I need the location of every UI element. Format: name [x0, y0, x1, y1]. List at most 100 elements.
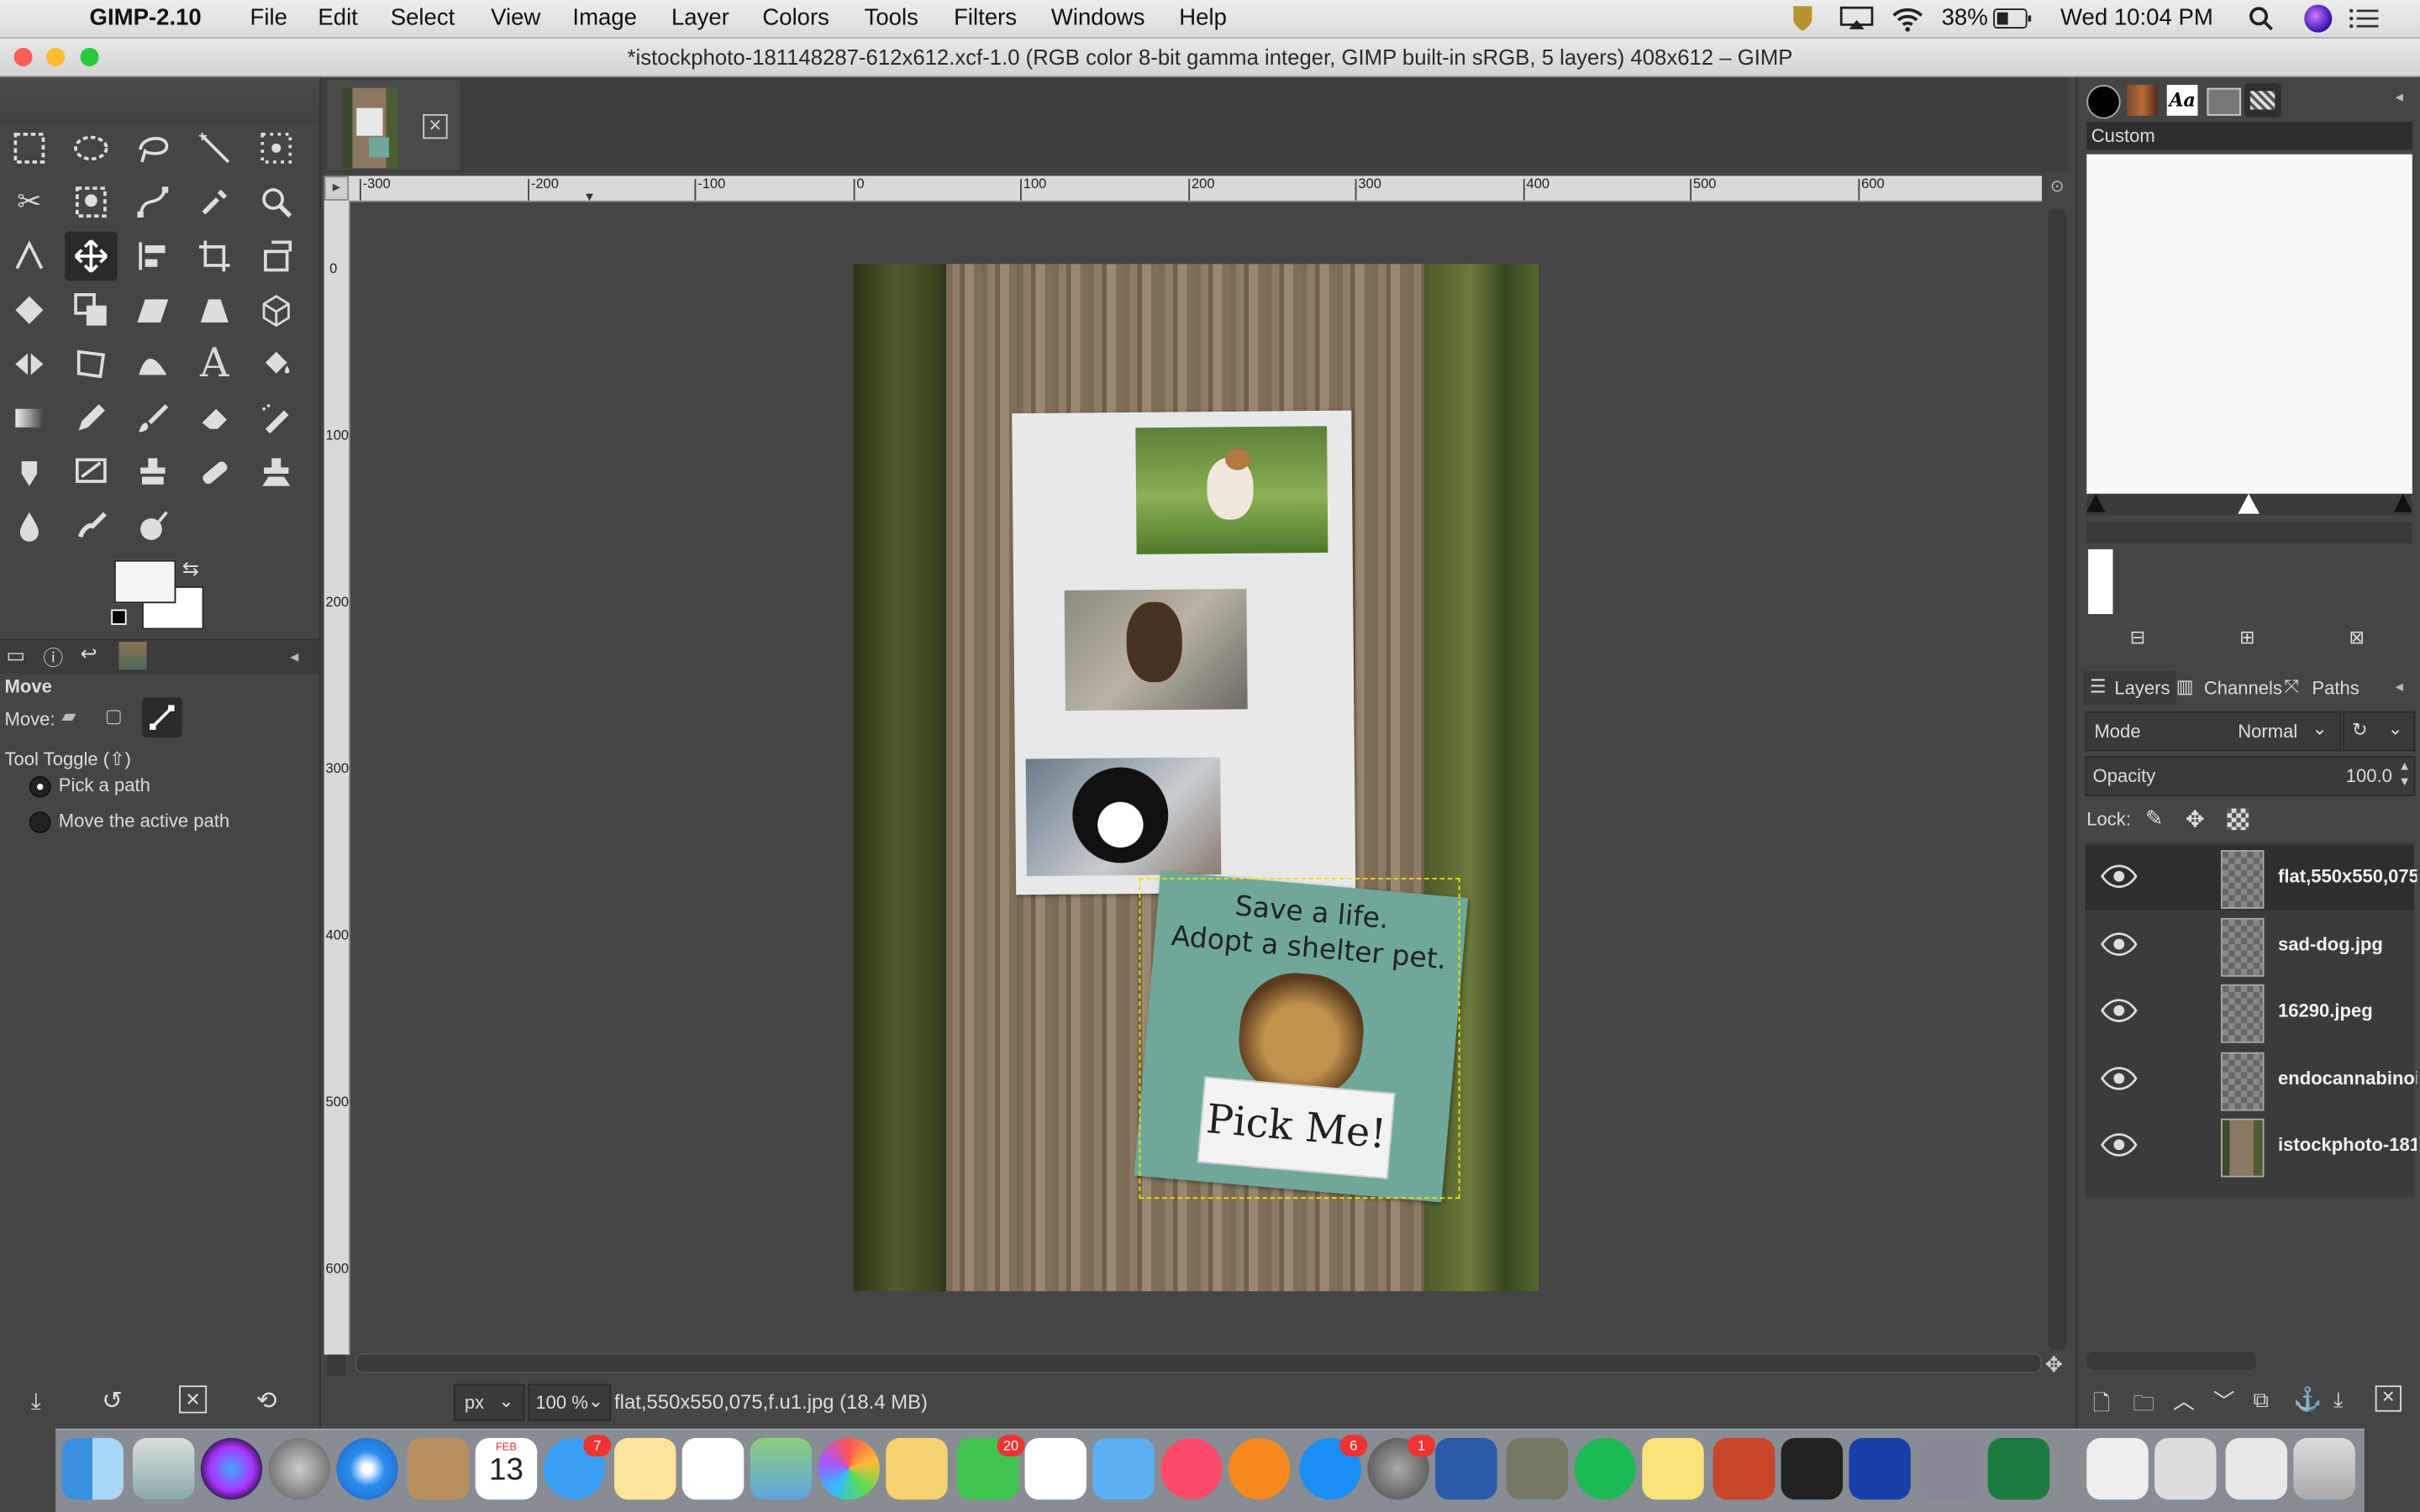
- configure-tab-icon[interactable]: ◂: [2396, 90, 2403, 107]
- horizontal-scrollbar[interactable]: [355, 1352, 2042, 1373]
- images-tab-icon[interactable]: [118, 642, 147, 670]
- airbrush-tool-icon[interactable]: [250, 393, 302, 443]
- rect-select-tool-icon[interactable]: [3, 123, 55, 173]
- warp-transform-tool-icon[interactable]: [127, 339, 179, 389]
- lock-alpha-icon[interactable]: [2227, 808, 2249, 831]
- menu-layer[interactable]: Layer: [671, 5, 729, 31]
- image-canvas[interactable]: Save a life. Adopt a shelter pet. Pick M…: [350, 202, 2042, 1353]
- device-status-tab-icon[interactable]: ⓘ: [43, 642, 63, 671]
- word-icon[interactable]: [1435, 1437, 1497, 1500]
- unified-transform-tool-icon[interactable]: [250, 232, 302, 281]
- configure-tab-icon[interactable]: ◂: [290, 647, 298, 666]
- spotlight-search-icon[interactable]: [2249, 6, 2273, 31]
- gradients-tab[interactable]: [2244, 83, 2281, 118]
- foreground-select-tool-icon[interactable]: [65, 177, 117, 227]
- spin-arrows-icon[interactable]: ▲ ▼: [2398, 759, 2411, 790]
- perspective-tool-icon[interactable]: [188, 286, 240, 335]
- tab-channels[interactable]: ▥ Channels: [2176, 671, 2285, 705]
- merge-layer-icon[interactable]: ⤓: [2333, 1387, 2343, 1413]
- notification-center-icon[interactable]: [2349, 8, 2381, 29]
- move-layer-icon[interactable]: ▰: [61, 705, 89, 729]
- smudge-tool-icon[interactable]: [65, 501, 117, 551]
- 3d-transform-tool-icon[interactable]: [250, 286, 302, 335]
- shield-status-icon[interactable]: [1791, 3, 1815, 34]
- layer-row[interactable]: endocannabinoic: [2085, 1047, 2417, 1112]
- image-tab[interactable]: ✕: [327, 80, 460, 171]
- scissors-select-tool-icon[interactable]: ✂: [3, 177, 55, 227]
- opacity-slider[interactable]: Opacity 100.0 ▲ ▼: [2085, 755, 2416, 796]
- battery-icon[interactable]: [1992, 8, 2033, 29]
- finder-icon[interactable]: [61, 1437, 124, 1500]
- default-colors-icon[interactable]: [111, 609, 127, 625]
- patterns-tab-icon[interactable]: [2127, 85, 2158, 116]
- move-active-path-radio[interactable]: [29, 811, 51, 833]
- scale-tool-icon[interactable]: [65, 286, 117, 335]
- stickies-icon[interactable]: [1642, 1437, 1704, 1500]
- script-editor-icon[interactable]: [1919, 1437, 1982, 1500]
- align-tool-icon[interactable]: [127, 232, 179, 281]
- duplicate-layer-icon[interactable]: ⧉: [2254, 1387, 2269, 1413]
- visibility-eye-icon[interactable]: [2100, 932, 2138, 956]
- terminal-icon[interactable]: [1781, 1437, 1844, 1500]
- tab-layers[interactable]: ☰ Layers: [2083, 670, 2176, 706]
- visibility-eye-icon[interactable]: [2100, 1066, 2138, 1090]
- text-tool-icon[interactable]: A: [188, 339, 240, 389]
- siri-icon[interactable]: [2304, 4, 2333, 33]
- move-path-button[interactable]: [141, 697, 182, 738]
- pencil-tool-icon[interactable]: [65, 393, 117, 443]
- brushes-tab-icon[interactable]: [2086, 85, 2121, 119]
- dodge-burn-tool-icon[interactable]: [127, 501, 179, 551]
- gradient-name-field[interactable]: Custom: [2086, 122, 2412, 150]
- menu-clock[interactable]: Wed 10:04 PM: [2060, 5, 2213, 31]
- spotify-icon[interactable]: [1574, 1437, 1636, 1500]
- menu-tools[interactable]: Tools: [865, 5, 918, 31]
- free-select-tool-icon[interactable]: [127, 123, 179, 173]
- move-selection-icon[interactable]: ▢: [105, 705, 133, 729]
- app-store-icon[interactable]: 6: [1299, 1435, 1368, 1500]
- delete-tool-preset-icon[interactable]: ✕: [179, 1385, 208, 1414]
- menu-select[interactable]: Select: [391, 5, 455, 31]
- foreground-color-swatch[interactable]: [113, 559, 176, 604]
- wifi-icon[interactable]: [1891, 5, 1924, 33]
- raise-layer-icon[interactable]: ︿: [2173, 1385, 2195, 1416]
- blur-tool-icon[interactable]: [3, 501, 55, 551]
- system-preferences-icon[interactable]: 1: [1367, 1435, 1436, 1500]
- tool-options-tab-icon[interactable]: ▭: [6, 643, 25, 668]
- paths-tool-icon[interactable]: [127, 177, 179, 227]
- excel-icon[interactable]: [1987, 1437, 2050, 1500]
- maps-icon[interactable]: [750, 1437, 813, 1500]
- handle-transform-tool-icon[interactable]: [3, 286, 55, 335]
- trash-icon[interactable]: [2293, 1437, 2355, 1500]
- fonts-tab-icon[interactable]: Aa: [2166, 85, 2198, 116]
- anchor-layer-icon[interactable]: ⚓: [2293, 1385, 2322, 1413]
- contacts-icon[interactable]: [407, 1437, 470, 1500]
- lower-layer-icon[interactable]: ﹀: [2213, 1385, 2235, 1416]
- undo-history-tab-icon[interactable]: ↩: [81, 642, 97, 666]
- ellipse-select-tool-icon[interactable]: [65, 123, 117, 173]
- unit-selector[interactable]: px ⌄: [453, 1383, 525, 1421]
- layer-row[interactable]: istockphoto-1811: [2085, 1114, 2417, 1179]
- color-picker-tool-icon[interactable]: [188, 177, 240, 227]
- menu-colors[interactable]: Colors: [762, 5, 829, 31]
- navigate-corner[interactable]: [327, 1354, 346, 1377]
- notes-icon[interactable]: [614, 1437, 676, 1500]
- layer-row[interactable]: flat,550x550,075,f: [2085, 845, 2417, 911]
- layers-horizontal-scrollbar[interactable]: [2086, 1351, 2257, 1371]
- facetime-icon[interactable]: 20: [956, 1435, 1025, 1500]
- downloads-stack-icon[interactable]: [2225, 1437, 2288, 1500]
- audacity-icon[interactable]: [1849, 1437, 1911, 1500]
- measure-tool-icon[interactable]: [3, 232, 55, 281]
- numbers-icon[interactable]: [1024, 1437, 1087, 1500]
- by-color-select-tool-icon[interactable]: [250, 123, 302, 173]
- gradient-tool-icon[interactable]: [3, 393, 55, 443]
- lock-pixels-icon[interactable]: ✎: [2145, 806, 2164, 832]
- zoom-in-icon[interactable]: ⊞: [2239, 627, 2254, 648]
- crop-tool-icon[interactable]: [188, 232, 240, 281]
- menu-image[interactable]: Image: [572, 5, 637, 31]
- calendar-icon[interactable]: FEB 13: [475, 1437, 538, 1500]
- airplay-icon[interactable]: [1839, 6, 1874, 30]
- menu-windows[interactable]: Windows: [1051, 5, 1145, 31]
- zoom-tool-icon[interactable]: [250, 177, 302, 227]
- zoom-image-icon[interactable]: ⊙: [2045, 176, 2070, 200]
- pick-path-radio[interactable]: [29, 775, 51, 798]
